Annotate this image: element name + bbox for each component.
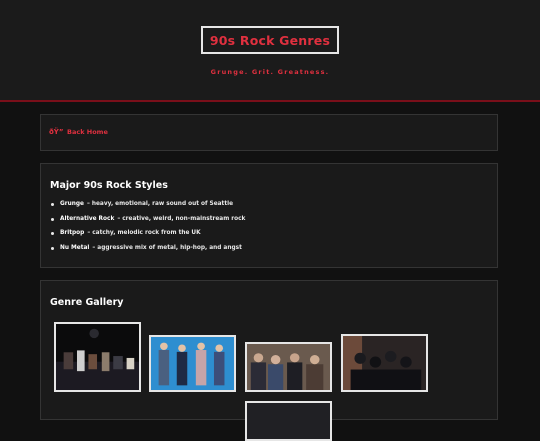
back-home-link[interactable]: Back Home [67,128,108,136]
list-item: Alternative Rock – creative, weird, non-… [50,216,245,231]
style-name: Nu Metal [60,244,90,251]
bullet-icon [51,203,54,206]
gallery-card: Genre Gallery [40,280,498,441]
gallery-image-concert[interactable] [54,322,141,392]
list-item: Grunge – heavy, emotional, raw sound out… [50,201,245,216]
gallery-image-band-blue[interactable] [149,335,236,392]
style-name: Britpop [60,230,85,236]
style-name: Grunge [60,201,84,207]
gallery-image-band-masks[interactable] [341,334,428,392]
gallery-heading: Genre Gallery [50,297,124,308]
bullet-icon [51,246,54,250]
styles-list: Grunge – heavy, emotional, raw sound out… [50,201,245,259]
style-desc: – heavy, emotional, raw sound out of Sea… [86,201,234,207]
bullet-icon [51,232,54,235]
nav-card: ðŸ” Back Home [40,114,498,151]
styles-heading: Major 90s Rock Styles [50,180,168,191]
style-name: Alternative Rock [60,215,115,222]
back-home-icon[interactable]: ðŸ” [49,128,63,136]
style-desc: – aggressive mix of metal, hip-hop, and … [92,244,242,251]
page-header: 90s Rock Genres Grunge. Grit. Greatness. [0,0,540,102]
styles-card: Major 90s Rock Styles Grunge – heavy, em… [40,163,498,268]
style-desc: – catchy, melodic rock from the UK [87,230,201,236]
style-desc: – creative, weird, non-mainstream rock [117,215,246,222]
list-item: Britpop – catchy, melodic rock from the … [50,230,245,245]
list-item: Nu Metal – aggressive mix of metal, hip-… [50,245,245,260]
gallery-image-partial[interactable] [245,401,332,441]
title-box: 90s Rock Genres [201,26,339,54]
page-title: 90s Rock Genres [209,32,331,48]
gallery-image-band-street[interactable] [245,342,332,392]
bullet-icon [51,217,54,221]
page-tagline: Grunge. Grit. Greatness. [210,68,330,76]
